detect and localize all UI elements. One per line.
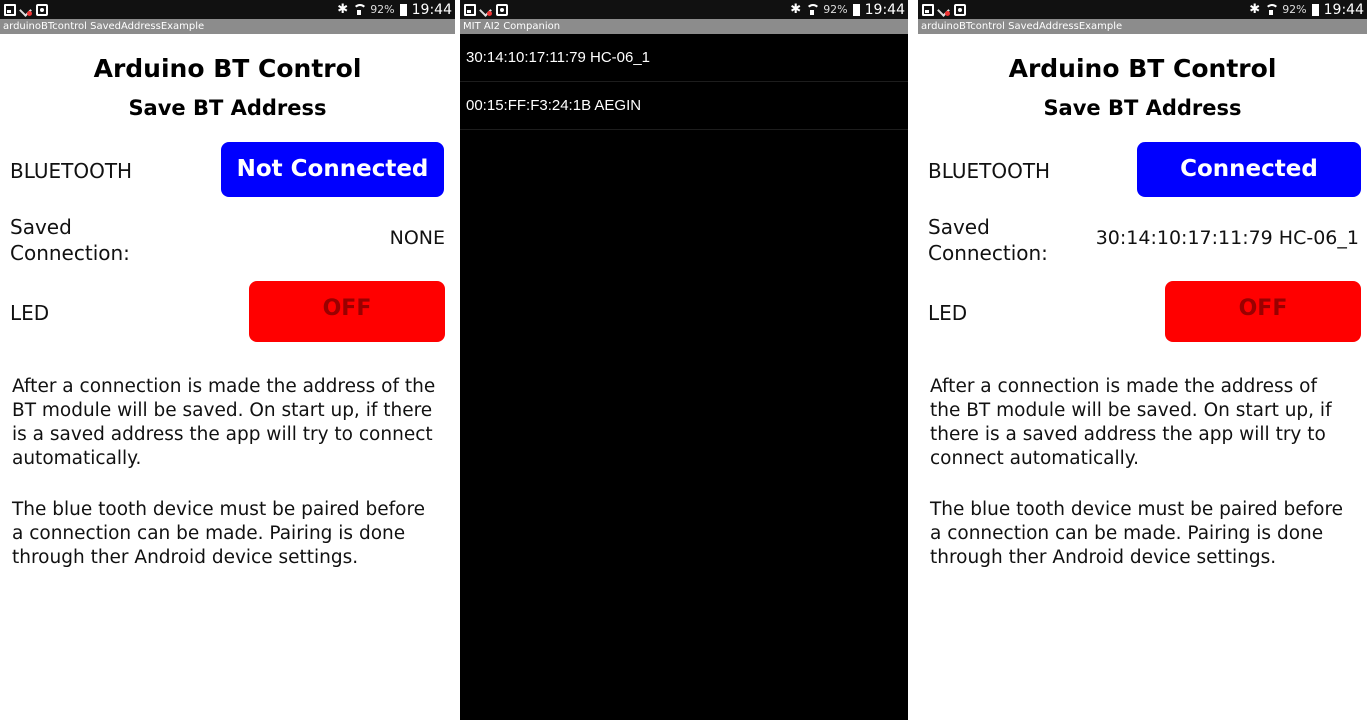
info-paragraph-1: After a connection is made the address o… — [930, 376, 1332, 469]
device-list-item[interactable]: 30:14:10:17:11:79 HC-06_1 — [460, 34, 908, 82]
missed-call-icon — [20, 4, 32, 16]
photo-icon — [36, 3, 48, 16]
screenshot-icon — [464, 3, 476, 16]
phone-screen-not-connected: ✱ 92% 19:44 arduinoBTcontrol SavedAddres… — [0, 0, 455, 720]
screen-divider — [908, 0, 918, 720]
led-label: LED — [10, 301, 50, 325]
device-list: 30:14:10:17:11:79 HC-06_1 00:15:FF:F3:24… — [460, 34, 908, 130]
bluetooth-icon: ✱ — [337, 2, 349, 17]
wifi-icon — [1265, 3, 1280, 16]
photo-icon — [954, 3, 966, 16]
info-paragraph-2: The blue tooth device must be paired bef… — [930, 499, 1344, 568]
saved-connection-label: Saved Connection: — [928, 215, 1048, 265]
battery-percent: 92% — [1282, 3, 1307, 16]
app-subtitle: Save BT Address — [128, 96, 327, 120]
bluetooth-connect-button[interactable]: Connected — [1137, 142, 1361, 197]
screenshot-icon — [4, 3, 16, 16]
saved-connection-value: 30:14:10:17:11:79 HC-06_1 — [1095, 227, 1359, 249]
saved-connection-label: Saved Connection: — [10, 215, 130, 265]
window-title: MIT AI2 Companion — [460, 19, 908, 34]
screenshot-icon — [922, 3, 934, 16]
app-body: Arduino BT Control Save BT Address BLUET… — [918, 34, 1367, 720]
led-label: LED — [928, 301, 968, 325]
photo-icon — [496, 3, 508, 16]
device-list-item[interactable]: 00:15:FF:F3:24:1B AEGIN — [460, 82, 908, 130]
bluetooth-icon: ✱ — [1249, 2, 1261, 17]
wifi-icon — [353, 3, 368, 16]
status-bar: ✱ 92% 19:44 — [460, 0, 908, 19]
clock: 19:44 — [864, 1, 905, 18]
bluetooth-label: BLUETOOTH — [928, 159, 1051, 183]
battery-icon — [852, 3, 860, 16]
app-subtitle: Save BT Address — [1043, 96, 1242, 120]
bluetooth-icon: ✱ — [790, 2, 802, 17]
bluetooth-connect-button[interactable]: Not Connected — [221, 142, 444, 197]
status-bar: ✱ 92% 19:44 — [0, 0, 455, 19]
saved-connection-value: NONE — [389, 227, 445, 249]
battery-percent: 92% — [823, 3, 848, 16]
window-title: arduinoBTcontrol SavedAddressExample — [918, 19, 1367, 34]
bluetooth-label: BLUETOOTH — [10, 159, 133, 183]
clock: 19:44 — [1323, 1, 1364, 18]
clock: 19:44 — [411, 1, 452, 18]
battery-icon — [399, 3, 407, 16]
battery-icon — [1311, 3, 1319, 16]
led-toggle-button[interactable]: OFF — [1165, 281, 1361, 342]
info-paragraph-2: The blue tooth device must be paired bef… — [12, 499, 426, 568]
wifi-icon — [806, 3, 821, 16]
missed-call-icon — [938, 4, 950, 16]
phone-screen-connected: ✱ 92% 19:44 arduinoBTcontrol SavedAddres… — [918, 0, 1367, 720]
app-title: Arduino BT Control — [1008, 54, 1277, 83]
app-body: Arduino BT Control Save BT Address BLUET… — [0, 34, 455, 720]
led-toggle-button[interactable]: OFF — [249, 281, 445, 342]
phone-screen-device-list: ✱ 92% 19:44 MIT AI2 Companion 30:14:10:1… — [460, 0, 908, 720]
status-bar: ✱ 92% 19:44 — [918, 0, 1367, 19]
window-title: arduinoBTcontrol SavedAddressExample — [0, 19, 455, 34]
info-paragraph-1: After a connection is made the address o… — [12, 376, 436, 469]
battery-percent: 92% — [370, 3, 395, 16]
missed-call-icon — [480, 4, 492, 16]
app-title: Arduino BT Control — [93, 54, 362, 83]
